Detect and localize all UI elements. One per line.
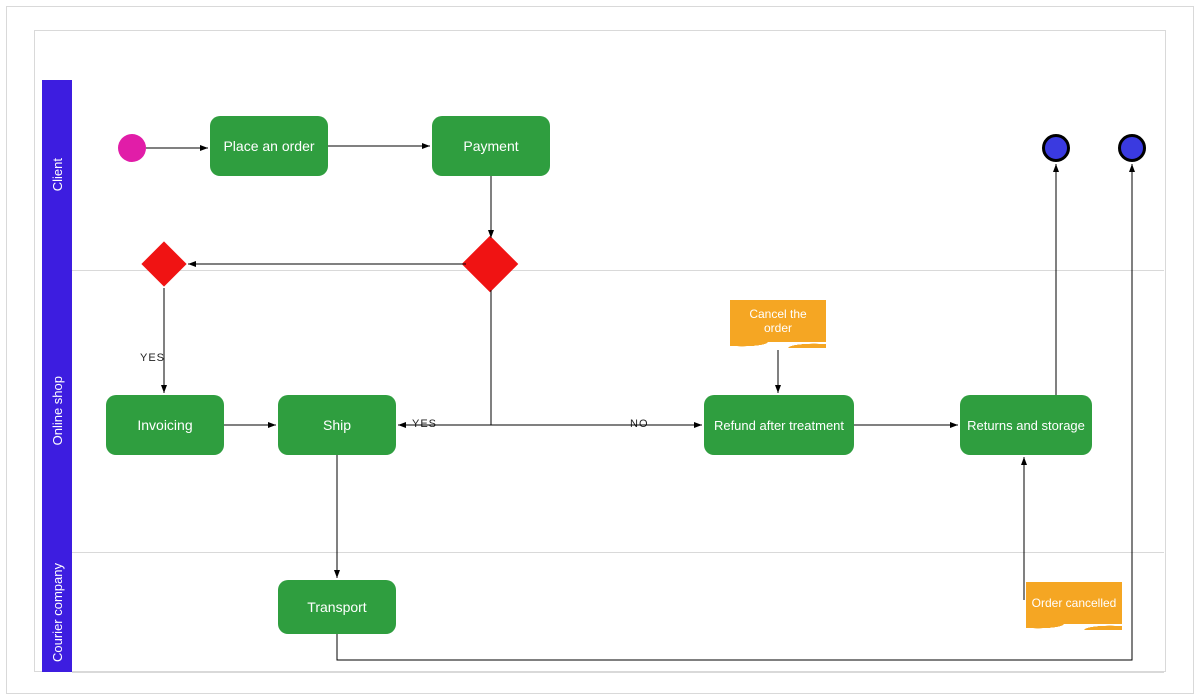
process-refund[interactable]: Refund after treatment — [704, 395, 854, 455]
process-ship[interactable]: Ship — [278, 395, 396, 455]
lane-label-courier: Courier company — [50, 563, 65, 662]
end-event-1[interactable] — [1042, 134, 1070, 162]
end-event-2[interactable] — [1118, 134, 1146, 162]
lane-label-client: Client — [50, 158, 65, 191]
edge-label-yes-ship: YES — [412, 418, 437, 430]
process-payment[interactable]: Payment — [432, 116, 550, 176]
lane-body-courier — [72, 552, 1164, 673]
note-cancel-order[interactable]: Cancel the order — [730, 300, 826, 342]
lane-header-courier: Courier company — [42, 552, 72, 672]
note-cancel-order-label: Cancel the order — [734, 307, 822, 335]
start-event[interactable] — [118, 134, 146, 162]
process-invoicing[interactable]: Invoicing — [106, 395, 224, 455]
process-returns[interactable]: Returns and storage — [960, 395, 1092, 455]
process-ship-label: Ship — [323, 417, 351, 433]
note-order-cancelled-label: Order cancelled — [1032, 596, 1117, 610]
edge-label-no-refund: NO — [630, 418, 649, 430]
lane-label-shop: Online shop — [50, 376, 65, 445]
process-transport-label: Transport — [307, 599, 366, 615]
lane-header-shop: Online shop — [42, 270, 72, 552]
edge-label-yes-invoicing: YES — [140, 352, 165, 364]
process-place-order-label: Place an order — [223, 138, 314, 154]
process-place-order[interactable]: Place an order — [210, 116, 328, 176]
lane-header-client: Client — [42, 80, 72, 270]
process-transport[interactable]: Transport — [278, 580, 396, 634]
process-refund-label: Refund after treatment — [714, 418, 844, 433]
note-order-cancelled[interactable]: Order cancelled — [1026, 582, 1122, 624]
process-invoicing-label: Invoicing — [137, 417, 192, 433]
process-returns-label: Returns and storage — [967, 418, 1085, 433]
process-payment-label: Payment — [463, 138, 518, 154]
